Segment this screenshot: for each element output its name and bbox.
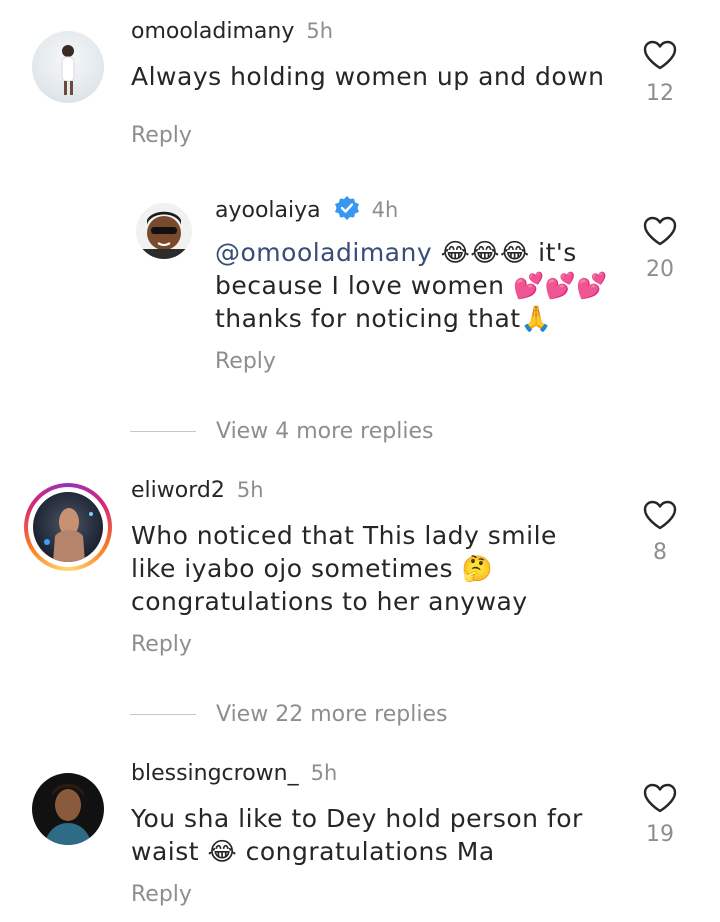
like-count: 19: [646, 822, 674, 847]
reply-button[interactable]: Reply: [215, 349, 276, 374]
comment-username[interactable]: eliword2 5h: [131, 478, 264, 503]
reply-button[interactable]: Reply: [131, 882, 192, 907]
avatar-story-ring[interactable]: [24, 483, 112, 571]
comment-text-line: @omooladimany 😂😂😂 it's: [215, 236, 635, 269]
comment-text: Who noticed that This lady smile like iy…: [131, 519, 611, 618]
comment-text-line: like iyabo ojo sometimes 🤔: [131, 554, 494, 583]
comment-time: 5h: [236, 478, 264, 502]
avatar[interactable]: [32, 773, 104, 845]
comment-time: 5h: [306, 19, 334, 43]
comment-text: @omooladimany 😂😂😂 it's because I love wo…: [215, 236, 635, 335]
username-label[interactable]: blessingcrown_: [131, 761, 299, 786]
like-count: 12: [646, 81, 674, 106]
verified-badge-icon: [334, 196, 359, 220]
username-label[interactable]: eliword2: [131, 478, 225, 503]
avatar[interactable]: [32, 31, 104, 103]
comment-text-line: because I love women 💕💕💕: [215, 271, 608, 300]
comment-text: Always holding women up and down: [131, 62, 605, 91]
like-count: 8: [653, 540, 667, 565]
divider-line: [130, 430, 196, 432]
comment-text-line: congratulations to her anyway: [131, 587, 528, 616]
comment-text: You sha like to Dey hold person for wais…: [131, 802, 611, 868]
view-more-replies-button[interactable]: View 4 more replies: [130, 416, 433, 446]
comment-text-line: thanks for noticing that🙏: [215, 304, 553, 333]
reply-button[interactable]: Reply: [131, 632, 192, 657]
comment-username[interactable]: ayoolaiya 4h: [215, 195, 398, 223]
heart-outline-icon[interactable]: [643, 40, 677, 70]
comment-time: 5h: [310, 761, 338, 785]
avatar: [33, 492, 103, 562]
heart-outline-icon[interactable]: [643, 783, 677, 813]
view-more-replies-button[interactable]: View 22 more replies: [130, 699, 447, 729]
comment-time: 4h: [371, 198, 399, 222]
view-more-label[interactable]: View 4 more replies: [216, 419, 433, 444]
comment-text-segment: 😂😂😂 it's: [432, 238, 577, 267]
comment-username[interactable]: omooladimany 5h: [131, 19, 333, 44]
username-label[interactable]: ayoolaiya: [215, 198, 321, 223]
mention-link[interactable]: @omooladimany: [215, 238, 432, 267]
comment-username[interactable]: blessingcrown_ 5h: [131, 761, 337, 786]
username-label[interactable]: omooladimany: [131, 19, 294, 44]
comment-text-line: Who noticed that This lady smile: [131, 521, 557, 550]
comment-text-line: You sha like to Dey hold person for: [131, 804, 583, 833]
view-more-label[interactable]: View 22 more replies: [216, 702, 447, 727]
like-count: 20: [646, 257, 674, 282]
heart-outline-icon[interactable]: [643, 500, 677, 530]
avatar[interactable]: [136, 203, 192, 259]
comment-text-line: waist 😂 congratulations Ma: [131, 837, 495, 866]
divider-line: [130, 713, 196, 715]
reply-button[interactable]: Reply: [131, 123, 192, 148]
heart-outline-icon[interactable]: [643, 216, 677, 246]
